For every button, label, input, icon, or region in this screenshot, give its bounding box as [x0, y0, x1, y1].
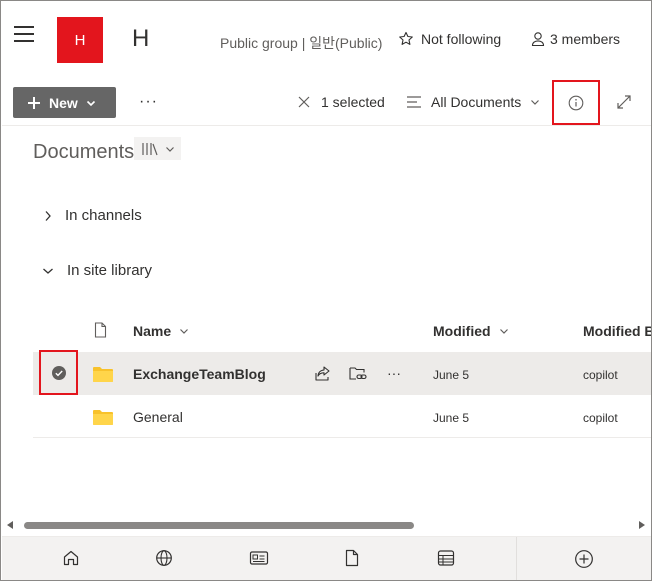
plus-icon [28, 96, 40, 109]
folder-link-icon [349, 367, 367, 380]
nav-news-button[interactable] [249, 549, 269, 572]
bottom-navigation [2, 536, 651, 580]
group-in-site-library[interactable]: In site library [42, 262, 152, 279]
chevron-down-icon [531, 100, 540, 105]
file-icon [345, 549, 359, 567]
nav-create-button[interactable] [574, 549, 594, 574]
site-logo-letter: H [74, 31, 86, 49]
row-select-checkbox[interactable] [39, 350, 78, 395]
file-icon [94, 322, 107, 338]
expand-button[interactable] [616, 94, 632, 115]
row-name[interactable]: General [133, 409, 183, 425]
scroll-left-arrow[interactable] [7, 521, 13, 529]
share-button[interactable] [314, 365, 331, 387]
globe-icon [156, 550, 172, 566]
person-icon [531, 32, 545, 47]
expand-icon [617, 95, 631, 109]
selected-count: 1 selected [321, 94, 385, 110]
info-pane-button[interactable] [552, 80, 600, 125]
list-icon [437, 550, 455, 566]
row-modified-by[interactable]: copilot [583, 368, 618, 382]
home-icon [63, 550, 79, 566]
view-lines-icon [407, 96, 421, 108]
clear-selection-button[interactable]: 1 selected [297, 94, 385, 110]
library-icon [141, 142, 158, 155]
chevron-down-icon [165, 146, 174, 152]
file-type-header[interactable] [94, 322, 107, 338]
folder-icon [93, 410, 113, 425]
page-title[interactable]: Documents [33, 141, 134, 164]
horizontal-scrollbar-thumb[interactable] [24, 522, 414, 529]
copy-link-button[interactable] [349, 365, 368, 387]
column-header-name[interactable]: Name [133, 323, 189, 339]
row-modified: June 5 [433, 368, 470, 382]
command-bar-divider [2, 125, 651, 126]
star-icon [399, 31, 413, 45]
row-more-button[interactable]: ··· [387, 365, 401, 381]
table-row[interactable] [33, 395, 651, 438]
chevron-down-icon [180, 329, 189, 334]
nav-sites-button[interactable] [155, 549, 173, 572]
follow-label: Not following [421, 31, 502, 47]
follow-button[interactable]: Not following [398, 31, 501, 47]
new-button[interactable]: New [13, 87, 116, 118]
group-in-channels[interactable]: In channels [44, 207, 142, 224]
site-logo[interactable]: H [57, 17, 103, 63]
view-switcher[interactable]: All Documents [406, 94, 540, 110]
close-icon [298, 96, 310, 108]
more-options-button[interactable]: ··· [139, 93, 158, 111]
group-label: In site library [67, 262, 153, 279]
row-modified-by[interactable]: copilot [583, 411, 618, 425]
members-button[interactable]: 3 members [531, 31, 620, 47]
library-switcher[interactable] [134, 137, 181, 160]
checkmark-circle-icon [51, 365, 66, 380]
news-icon [249, 551, 269, 565]
nav-lists-button[interactable] [437, 549, 455, 572]
chevron-right-icon [45, 210, 51, 221]
hamburger-menu-icon[interactable] [14, 26, 34, 42]
row-modified: June 5 [433, 411, 470, 425]
folder-icon [93, 367, 113, 382]
nav-divider [516, 537, 517, 580]
view-label: All Documents [431, 94, 522, 110]
info-icon [568, 95, 584, 110]
column-header-label: Modified [433, 323, 491, 339]
column-header-label: Name [133, 323, 172, 339]
group-info: Public group | 일반(Public) [220, 35, 383, 51]
site-title[interactable]: H [132, 25, 149, 53]
share-icon [315, 366, 330, 381]
chevron-down-icon [499, 329, 508, 334]
app-window: H H Public group | 일반(Public) Not follow… [0, 0, 652, 581]
column-header-modified[interactable]: Modified [433, 323, 509, 339]
nav-home-button[interactable] [62, 549, 80, 572]
new-label: New [49, 94, 78, 111]
nav-files-button[interactable] [344, 549, 360, 572]
column-header-modified-by[interactable]: Modified B [583, 323, 652, 339]
chevron-down-icon [43, 268, 53, 274]
row-name[interactable]: ExchangeTeamBlog [133, 366, 266, 382]
chevron-down-icon [86, 100, 95, 106]
add-icon [575, 550, 593, 568]
members-label: 3 members [550, 31, 621, 47]
group-label: In channels [65, 207, 142, 224]
scroll-right-arrow[interactable] [639, 521, 645, 529]
table-row[interactable] [33, 352, 651, 395]
column-header-label: Modified B [583, 323, 652, 339]
